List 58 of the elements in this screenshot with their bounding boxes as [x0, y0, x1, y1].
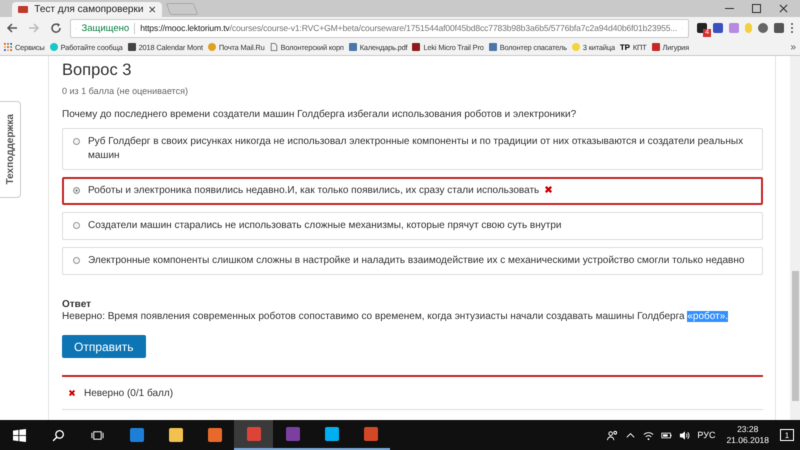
bookmark-favicon: TP — [620, 42, 630, 52]
bookmark-favicon-icon — [572, 43, 580, 51]
secure-label: Защищено — [82, 22, 136, 34]
bookmark-favicon-icon — [50, 43, 58, 51]
windows-logo-icon — [13, 428, 26, 442]
answer-option[interactable]: Руб Голдберг в своих рисунках никогда не использовал электронные компоненты и по традиции от них отказываются и создатели реальных машин — [62, 128, 763, 170]
page-icon — [270, 43, 278, 51]
menu-icon[interactable] — [790, 22, 794, 34]
submit-button[interactable]: Отправить — [62, 335, 146, 358]
more-bookmarks-icon[interactable]: » — [790, 42, 796, 52]
bookmark-favicon-icon — [412, 43, 420, 51]
bookmark-favicon-icon — [488, 43, 497, 51]
bookmark-favicon-icon — [208, 43, 216, 51]
url-text: https://mooc.lektorium.tv/courses/course-v1:RVC+GM+beta/courseware/1751544af00f45bd8cc7783b98b3a6b5/5776bfa7c2a94d40b6f01b23955... — [140, 23, 678, 33]
bookmark-favicon-icon — [652, 43, 660, 51]
close-icon[interactable] — [149, 6, 156, 13]
restore-icon[interactable] — [752, 4, 761, 13]
app-icon — [130, 428, 144, 442]
support-tab[interactable]: Техподдержка — [0, 101, 21, 198]
notifications-button[interactable]: 1 — [780, 429, 794, 441]
radio-button[interactable] — [73, 257, 80, 264]
radio-button[interactable] — [73, 222, 80, 229]
answer-option[interactable]: Роботы и электроника появились недавно.И, как только появились, их сразу стали использовать — [62, 177, 763, 205]
search-icon — [52, 428, 65, 442]
close-icon[interactable] — [779, 4, 788, 13]
bookmark-favicon-icon — [128, 43, 136, 51]
task-view-icon — [91, 428, 104, 442]
result-text: Неверно (0/1 балл) — [84, 388, 174, 398]
language-indicator[interactable]: РУС — [697, 430, 716, 440]
app-icon — [168, 428, 182, 442]
cross-icon — [544, 185, 554, 194]
question-text: Почему до последнего времени создатели машин Голдберга избегали использования роботов и электроники? — [62, 109, 578, 120]
radio-button[interactable] — [73, 138, 80, 145]
browser-tab[interactable]: Тест для самопроверки — [12, 2, 162, 17]
back-arrow-icon[interactable] — [6, 22, 18, 34]
address-bar[interactable]: Защищено https://mooc.lektorium.tv/courses/course-v1:RVC+GM+beta/courseware/1751544af00f45bd8cc7783b98b3a6b5/5776bfa7c2a94d40b6f01b23955... — [70, 18, 689, 38]
apps-grid-icon — [4, 43, 12, 51]
answer-option[interactable]: Создатели машин старались не использовать сложные механизмы, которые прячут свою суть внутри — [62, 212, 763, 240]
app-icon — [246, 427, 260, 441]
answer-heading: Ответ — [62, 299, 92, 310]
app-icon — [208, 428, 222, 442]
answer-explanation: Неверно: Время появления современных роботов сопоставимо со временем, когда энтузиасты начали создавать машины Голдберга «робот». — [62, 311, 730, 322]
app-icon — [324, 427, 338, 441]
bookmark-favicon-icon — [348, 43, 357, 51]
app-icon — [286, 427, 300, 441]
scrollbar-thumb[interactable] — [792, 271, 799, 401]
reload-icon[interactable] — [50, 22, 62, 34]
volume-icon[interactable] — [679, 430, 690, 440]
tab-favicon-icon — [18, 6, 28, 13]
people-icon[interactable] — [607, 430, 618, 440]
score-text: 0 из 1 балла (не оценивается) — [62, 86, 189, 96]
app-icon — [364, 427, 378, 441]
answer-option[interactable]: Электронные компоненты слишком сложны в настройке и наладить взаимодействие их с механическими устройство смогли только недавно — [62, 247, 763, 275]
cross-icon — [68, 389, 76, 397]
wifi-icon[interactable] — [643, 430, 654, 440]
clock[interactable]: 23:28 21.06.2018 — [722, 424, 773, 446]
question-title: Вопрос 3 — [62, 61, 132, 80]
radio-button[interactable] — [73, 187, 80, 194]
